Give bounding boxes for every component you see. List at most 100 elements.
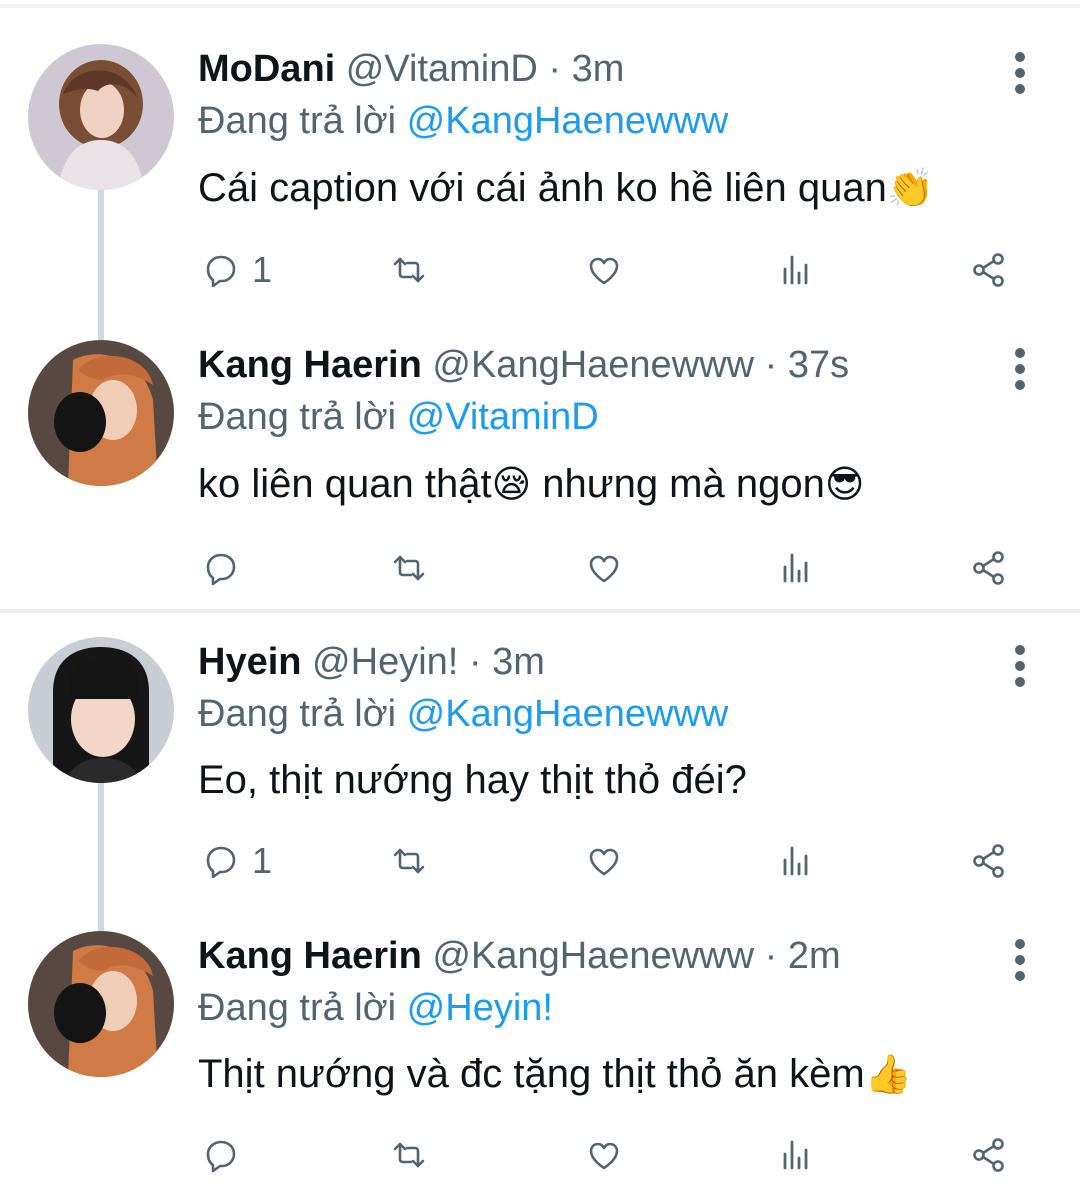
thumbs-up-emoji: 👍 [864,1052,913,1096]
analytics-button[interactable] [773,835,819,887]
bar-chart-icon [783,846,808,876]
tweet-actions: 1 [198,835,1018,887]
more-vertical-icon[interactable] [1005,52,1035,98]
tweet-actions [198,1129,1018,1181]
display-name[interactable]: MoDani [198,48,335,90]
tweet-actions: 1 [198,244,1018,296]
bar-chart-icon [783,553,808,583]
share-icon [973,551,1004,585]
tweet-actions [198,542,1018,594]
heart-icon [589,848,619,876]
tweet[interactable]: Kang Haerin @KangHaenewww · 2m Đang trả … [0,903,1080,1194]
like-button[interactable] [581,835,627,887]
handle[interactable]: @VitaminD [346,48,538,90]
bar-chart-icon [783,255,808,285]
more-vertical-icon[interactable] [1005,348,1035,394]
tweet-text: ko liên quan thật😪 nhưng mà ngon😎 [198,456,864,512]
heart-icon [589,1142,619,1170]
reply-button[interactable]: 1 [198,835,272,887]
tweet-text: Thịt nướng và đc tặng thịt thỏ ăn kèm👍 [198,1046,912,1102]
retweet-icon [393,1142,425,1168]
reply-mention-link[interactable]: @KangHaenewww [407,100,729,142]
replying-prefix: Đang trả lời [198,987,397,1029]
handle[interactable]: @KangHaenewww [432,344,754,386]
share-icon [973,1138,1004,1172]
share-button[interactable] [966,542,1012,594]
tweet-header: Kang Haerin @KangHaenewww · 37s [198,340,849,390]
replying-to: Đang trả lời @KangHaenewww [198,689,728,739]
retweet-button[interactable] [386,542,432,594]
avatar[interactable] [28,931,174,1077]
sleepy-face-emoji: 😪 [491,462,532,506]
retweet-button[interactable] [386,835,432,887]
timestamp[interactable]: 2m [788,935,841,977]
share-button[interactable] [966,244,1012,296]
share-icon [973,844,1004,878]
avatar[interactable] [28,44,174,190]
share-button[interactable] [966,835,1012,887]
reply-count: 1 [252,840,273,881]
analytics-button[interactable] [773,1129,819,1181]
retweet-icon [393,257,425,283]
tweet-text-part: nhưng mà ngon [531,462,825,506]
analytics-button[interactable] [773,542,819,594]
replying-to: Đang trả lời @Heyin! [198,983,553,1033]
heart-icon [589,555,619,583]
tweet-text-part: ko liên quan thật [198,462,492,506]
reply-count: 1 [252,249,273,290]
timestamp[interactable]: 3m [492,641,545,683]
replying-prefix: Đang trả lời [198,100,397,142]
analytics-button[interactable] [773,244,819,296]
replying-prefix: Đang trả lời [198,693,397,735]
like-button[interactable] [581,542,627,594]
retweet-icon [393,555,425,581]
tweet[interactable]: Kang Haerin @KangHaenewww · 37s Đang trả… [0,310,1080,610]
reply-button[interactable]: 1 [198,244,272,296]
speech-bubble-icon [206,553,236,586]
reply-button[interactable] [198,1129,252,1181]
reply-mention-link[interactable]: @Heyin! [407,987,553,1029]
retweet-icon [393,848,425,874]
handle[interactable]: @KangHaenewww [432,935,754,977]
avatar[interactable] [28,637,174,783]
tweet-header: Hyein @Heyin! · 3m [198,637,545,687]
clapping-hands-emoji: 👏 [886,166,935,210]
retweet-button[interactable] [386,1129,432,1181]
sunglasses-face-emoji: 😎 [824,462,865,506]
tweet-header: Kang Haerin @KangHaenewww · 2m [198,931,841,981]
replying-prefix: Đang trả lời [198,396,397,438]
display-name[interactable]: Kang Haerin [198,344,422,386]
tweet-text-body: Cái caption với cái ảnh ko hề liên quan [198,166,887,210]
replying-to: Đang trả lời @KangHaenewww [198,96,728,146]
tweet[interactable]: MoDani @VitaminD · 3m Đang trả lời @Kang… [0,0,1080,310]
tweet-text-body: Eo, thịt nướng hay thịt thỏ đéi? [198,758,747,802]
display-name[interactable]: Hyein [198,641,301,683]
tweet[interactable]: Hyein @Heyin! · 3m Đang trả lời @KangHae… [0,613,1080,903]
reply-mention-link[interactable]: @VitaminD [407,396,599,438]
display-name[interactable]: Kang Haerin [198,935,422,977]
tweet-header: MoDani @VitaminD · 3m [198,44,624,94]
handle[interactable]: @Heyin! [312,641,458,683]
separator: · [764,935,778,977]
share-button[interactable] [966,1129,1012,1181]
more-vertical-icon[interactable] [1005,645,1035,691]
speech-bubble-icon [206,255,236,288]
timestamp[interactable]: 37s [788,344,849,386]
heart-icon [589,257,619,285]
like-button[interactable] [581,1129,627,1181]
replying-to: Đang trả lời @VitaminD [198,392,599,442]
timestamp[interactable]: 3m [572,48,625,90]
more-vertical-icon[interactable] [1005,939,1035,985]
separator: · [548,48,562,90]
tweet-text: Cái caption với cái ảnh ko hề liên quan👏 [198,160,934,216]
retweet-button[interactable] [386,244,432,296]
speech-bubble-icon [206,1140,236,1173]
like-button[interactable] [581,244,627,296]
separator: · [468,641,482,683]
avatar[interactable] [28,340,174,486]
separator: · [764,344,778,386]
tweet-text-body: Thịt nướng và đc tặng thịt thỏ ăn kèm [198,1052,865,1096]
reply-button[interactable] [198,542,252,594]
tweet-text: Eo, thịt nướng hay thịt thỏ đéi? [198,752,747,808]
reply-mention-link[interactable]: @KangHaenewww [407,693,729,735]
